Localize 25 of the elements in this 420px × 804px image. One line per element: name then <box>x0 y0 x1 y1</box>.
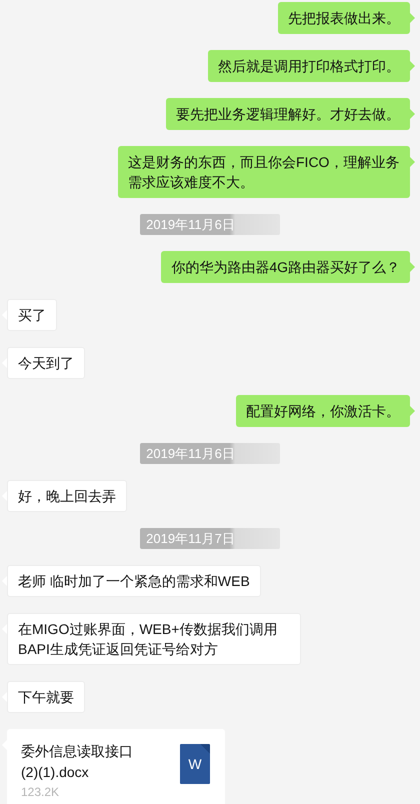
bubble-tail <box>410 262 415 272</box>
message-bubble: 然后就是调用打印格式打印。 <box>208 50 410 82</box>
timestamp: 2019年11月6日 <box>140 214 280 235</box>
file-message[interactable]: 委外信息读取接口(2)(1).docx 123.2K W <box>7 729 225 804</box>
message-bubble: 今天到了 <box>7 347 85 379</box>
document-icon: W <box>180 744 210 784</box>
message-bubble: 配置好网络，你激活卡。 <box>236 395 410 427</box>
bubble-tail <box>410 157 415 167</box>
message-bubble: 好，晚上回去弄 <box>7 480 127 512</box>
message-bubble: 买了 <box>7 299 57 331</box>
file-name: 委外信息读取接口(2)(1).docx <box>21 742 134 782</box>
message-bubble: 这是财务的东西，而且你会FICO，理解业务需求应该难度不大。 <box>118 146 410 198</box>
bubble-tail <box>410 61 415 71</box>
file-size: 123.2K <box>21 785 60 799</box>
message-bubble: 在MIGO过账界面，WEB+传数据我们调用BAPI生成凭证返回凭证号给对方 <box>7 613 301 665</box>
message-bubble: 下午就要 <box>7 681 85 713</box>
message-bubble: 你的华为路由器4G路由器买好了么？ <box>161 251 410 283</box>
message-bubble: 要先把业务逻辑理解好。才好去做。 <box>166 98 410 130</box>
bubble-tail <box>410 109 415 119</box>
bubble-tail <box>410 13 415 23</box>
bubble-tail <box>410 406 415 416</box>
message-bubble: 先把报表做出来。 <box>278 2 410 34</box>
timestamp: 2019年11月7日 <box>140 528 280 549</box>
timestamp: 2019年11月6日 <box>140 443 280 464</box>
message-bubble: 老师 临时加了一个紧急的需求和WEB <box>7 565 261 597</box>
